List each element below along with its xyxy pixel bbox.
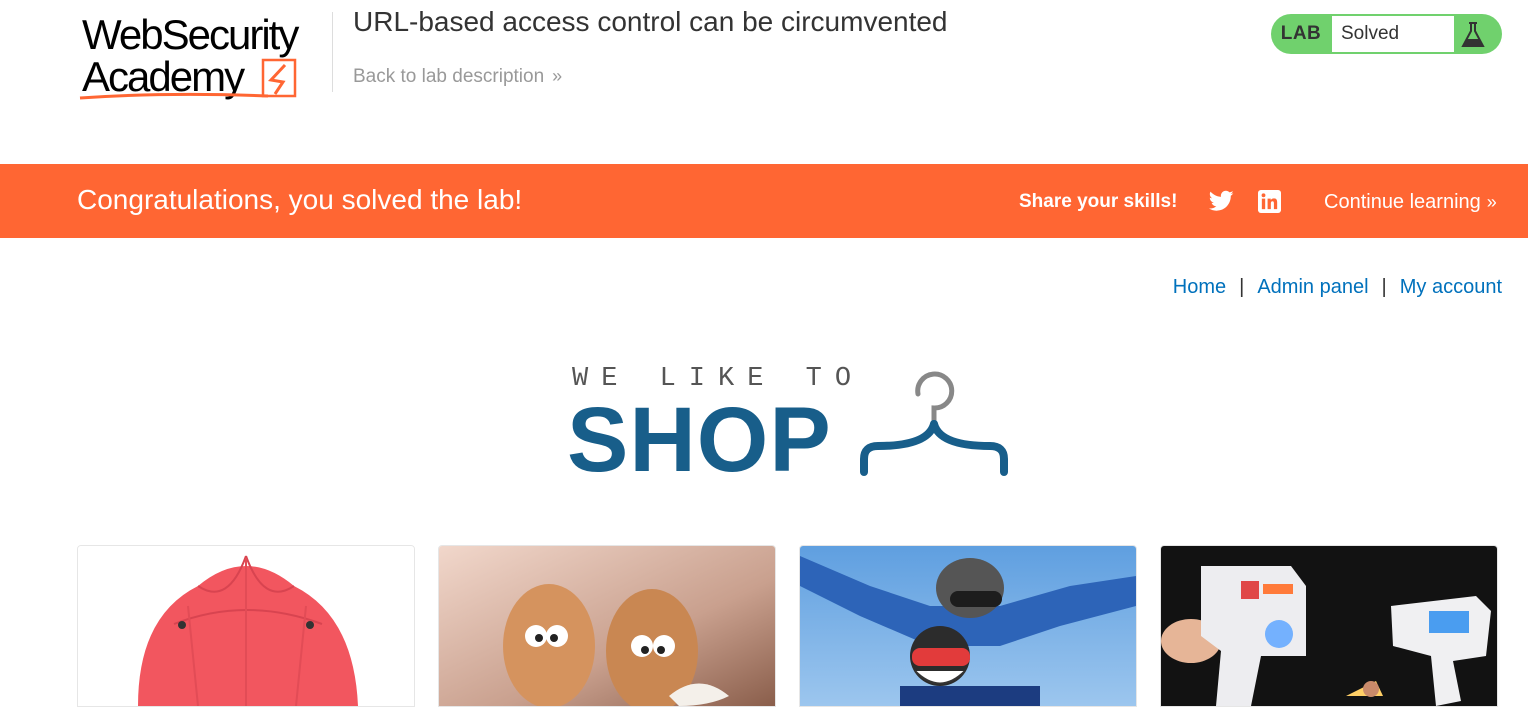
product-image-umbrella[interactable] [77, 545, 415, 707]
product-image-laser-guns[interactable] [1160, 545, 1498, 707]
header-divider [332, 12, 333, 92]
web-security-academy-logo[interactable]: WebSecurity Academy [78, 12, 330, 104]
lab-title: URL-based access control can be circumve… [353, 6, 948, 37]
solved-banner: Congratulations, you solved the lab! Sha… [0, 164, 1528, 238]
flask-icon [1461, 22, 1485, 47]
logo-accent-icon [79, 58, 297, 100]
share-skills-label: Share your skills! [1019, 191, 1178, 212]
back-link-label: Back to lab description [353, 66, 545, 87]
continue-learning-link[interactable]: Continue learning» [1324, 191, 1497, 214]
linkedin-icon[interactable] [1258, 190, 1281, 213]
nav-admin-panel-link[interactable]: Admin panel [1257, 276, 1368, 298]
twitter-icon[interactable] [1209, 190, 1234, 212]
continue-learning-label: Continue learning [1324, 191, 1481, 213]
nav-home-link[interactable]: Home [1173, 276, 1226, 298]
lab-label: LAB [1280, 23, 1322, 44]
shop-wordmark: SHOP [567, 389, 832, 491]
nav-my-account-link[interactable]: My account [1400, 276, 1502, 298]
skydivers-image [800, 546, 1136, 706]
product-image-skydivers[interactable] [799, 545, 1137, 707]
lab-status-badge: LAB Solved [1271, 14, 1502, 54]
lab-header: WebSecurity Academy URL-based access con… [0, 0, 1528, 164]
nav-separator: | [1239, 276, 1245, 298]
hanger-icon [860, 371, 1008, 476]
nav-separator: | [1381, 276, 1387, 298]
double-chevron-right-icon: » [1486, 192, 1497, 212]
account-nav: Home | Admin panel | My account [1173, 276, 1502, 299]
laser-guns-image [1161, 546, 1497, 706]
product-image-eggs[interactable] [438, 545, 776, 707]
eggs-image [439, 546, 775, 706]
red-umbrella-image [78, 546, 414, 706]
congratulations-message: Congratulations, you solved the lab! [77, 184, 523, 215]
double-chevron-right-icon: » [552, 66, 563, 86]
back-to-lab-description-link[interactable]: Back to lab description » [353, 66, 562, 88]
lab-status-text: Solved [1332, 16, 1454, 52]
